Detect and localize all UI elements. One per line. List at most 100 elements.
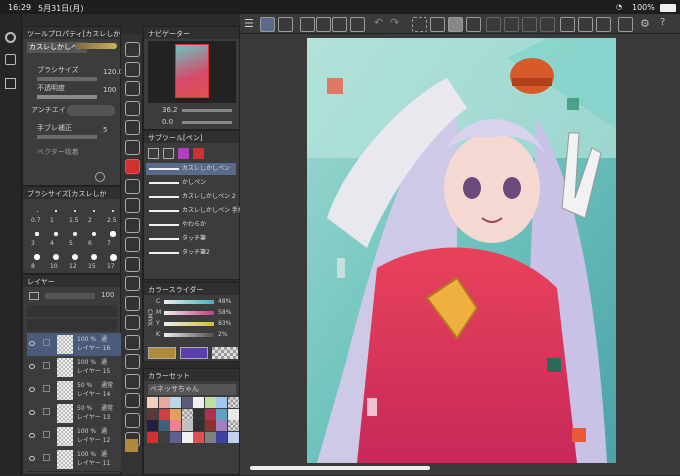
help-icon[interactable]: ? [660,17,665,28]
gradient-icon[interactable] [618,17,633,32]
color-swatch[interactable] [170,408,181,420]
layer-color-icon[interactable] [29,292,39,300]
brush-size-option[interactable]: 2.5 [105,205,122,226]
pencil-tool-icon[interactable] [125,178,140,194]
color-swatch[interactable] [204,397,216,408]
menu-icon[interactable]: ☰ [244,17,254,30]
main-color-swatch[interactable] [148,347,176,359]
color-swatch[interactable] [147,397,158,408]
color-swatch[interactable] [158,397,170,408]
brush-size-option[interactable]: 12 [67,251,84,272]
balloon-tool-icon[interactable] [125,412,140,428]
sub-color-swatch[interactable] [180,347,208,359]
brush-size-option[interactable]: 10 [48,251,65,272]
ruler-tool-icon[interactable] [125,373,140,389]
pencil-tab-icon[interactable] [163,148,174,159]
rotation-slider[interactable] [182,121,232,124]
layer-row[interactable]: 100 % 通レイヤー 15 [27,356,121,380]
brush-size-option[interactable]: 4 [48,228,65,249]
brush-size-option[interactable]: 1.5 [67,205,84,226]
illustration-canvas[interactable] [307,38,616,463]
lock-toggle[interactable] [43,408,50,415]
gradient-tool-icon[interactable] [125,315,140,330]
undo-icon[interactable]: ↶ [374,16,383,29]
move-tool-icon[interactable] [125,100,140,116]
blend-tool-icon[interactable] [125,276,140,291]
fill-icon[interactable] [448,17,463,32]
color-swatch[interactable] [227,420,239,431]
brush-size-option[interactable]: 0.7 [29,205,46,226]
eraser-tool-icon[interactable] [125,256,140,272]
color-swatch[interactable] [204,431,216,443]
color-swatch[interactable] [147,420,158,431]
deselect-icon[interactable] [430,17,445,32]
snap-icon[interactable] [596,17,611,32]
antialias-selector[interactable] [67,105,115,116]
channel-slider[interactable] [164,311,214,315]
wrench-icon[interactable] [95,172,105,182]
scale-icon[interactable] [504,17,519,32]
marker-tab-icon[interactable] [178,148,189,159]
subtool-item[interactable]: カスレしかしペン 2 [146,191,236,203]
color-swatch[interactable] [158,431,170,443]
brush-tab-icon[interactable] [193,148,204,159]
eye-icon[interactable] [29,456,35,461]
transform-icon[interactable] [522,17,537,32]
zoom-tool-icon[interactable] [125,42,140,57]
brush-size-option[interactable]: 6 [86,228,103,249]
search-icon[interactable] [5,32,16,43]
color-swatch[interactable] [193,420,204,431]
lock-toggle[interactable] [43,454,50,461]
eye-icon[interactable] [29,433,35,438]
settings-icon[interactable]: ⚙ [640,17,650,30]
channel-slider[interactable] [164,333,214,337]
color-swatch[interactable] [227,431,239,443]
brush-size-option[interactable]: 17 [105,251,122,272]
lock-toggle[interactable] [43,339,50,346]
brush-tool-icon[interactable] [125,198,140,213]
color-swatch[interactable] [193,408,204,420]
color-swatch[interactable] [158,408,170,420]
subtool-item[interactable]: タッチ筆 [146,233,236,245]
color-swatch[interactable] [181,431,193,443]
redo-icon[interactable]: ↷ [390,16,399,29]
subtool-item[interactable]: カスレしかしペン 手振れ補正 [146,205,262,217]
layer-row[interactable]: 100 % 通レイヤー 12 [27,425,121,449]
layer-stack-icon[interactable] [5,54,16,65]
new-canvas-icon[interactable] [278,17,293,32]
color-swatch[interactable] [216,431,227,443]
ruler-icon[interactable] [560,17,575,32]
lock-toggle[interactable] [43,362,50,369]
color-swatch[interactable] [158,420,170,431]
opacity-slider[interactable] [37,95,97,99]
save-icon[interactable] [332,17,347,32]
color-swatch[interactable] [227,408,239,420]
select-mode-icon[interactable] [260,17,275,32]
eyedropper-icon[interactable] [125,139,140,155]
frame-tool-icon[interactable] [125,354,140,369]
pen-tab-icon[interactable] [148,148,159,159]
color-swatch[interactable] [170,420,181,431]
blend-mode-select[interactable] [45,293,95,299]
text-tool-icon[interactable] [125,393,140,408]
export-icon[interactable] [350,17,365,32]
channel-slider[interactable] [164,300,214,304]
rotate-tool-icon[interactable] [125,81,140,96]
file-icon[interactable] [300,17,315,32]
brush-size-option[interactable]: 2 [86,205,103,226]
fill-tool-icon[interactable] [125,295,140,311]
subtool-item[interactable]: カスレしかしペン [146,163,236,175]
layer-row[interactable]: 50 % 通常 レイヤー 14 [27,379,121,403]
lasso-tool-icon[interactable] [125,120,140,135]
select-all-icon[interactable] [412,17,427,32]
lock-toggle[interactable] [43,431,50,438]
color-swatch[interactable] [204,408,216,420]
subtool-item[interactable]: タッチ筆2 [146,247,236,259]
brush-size-option[interactable]: 1 [48,205,65,226]
figure-tool-icon[interactable] [125,334,140,350]
brush-size-option[interactable]: 7 [105,228,122,249]
pen-tool-icon[interactable] [125,159,140,174]
navigator-preview[interactable] [148,41,236,103]
clear-icon[interactable] [466,17,481,32]
flip-icon[interactable] [540,17,555,32]
